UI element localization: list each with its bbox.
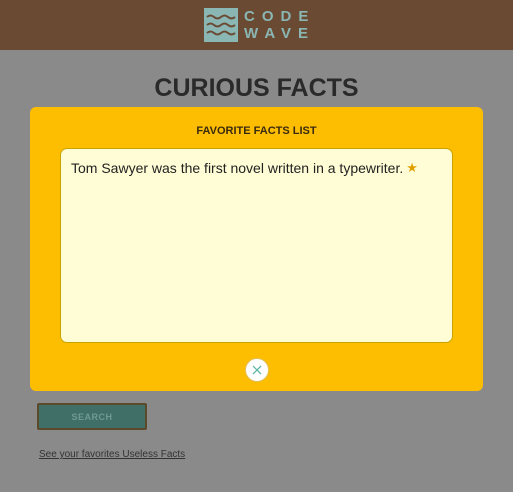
logo-text: CODE WAVE [244,8,315,42]
fact-text: Tom Sawyer was the first novel written i… [71,160,404,176]
logo[interactable]: CODE WAVE [204,8,315,42]
close-icon [252,365,262,375]
page-title: CURIOUS FACTS [154,74,359,102]
close-button[interactable] [245,358,269,382]
logo-line-1: CODE [244,8,316,25]
star-icon[interactable]: ★ [406,160,418,176]
favorites-modal: FAVORITE FACTS LIST Tom Sawyer was the f… [30,107,483,391]
logo-line-2: WAVE [244,25,316,42]
wave-icon [204,8,238,42]
header: CODE WAVE [0,0,513,50]
modal-title: FAVORITE FACTS LIST [196,125,317,137]
list-item: Tom Sawyer was the first novel written i… [71,160,418,176]
favorites-link[interactable]: See your favorites Useless Facts [39,449,185,460]
facts-list: Tom Sawyer was the first novel written i… [60,148,453,343]
search-button[interactable]: SEARCH [37,403,147,430]
